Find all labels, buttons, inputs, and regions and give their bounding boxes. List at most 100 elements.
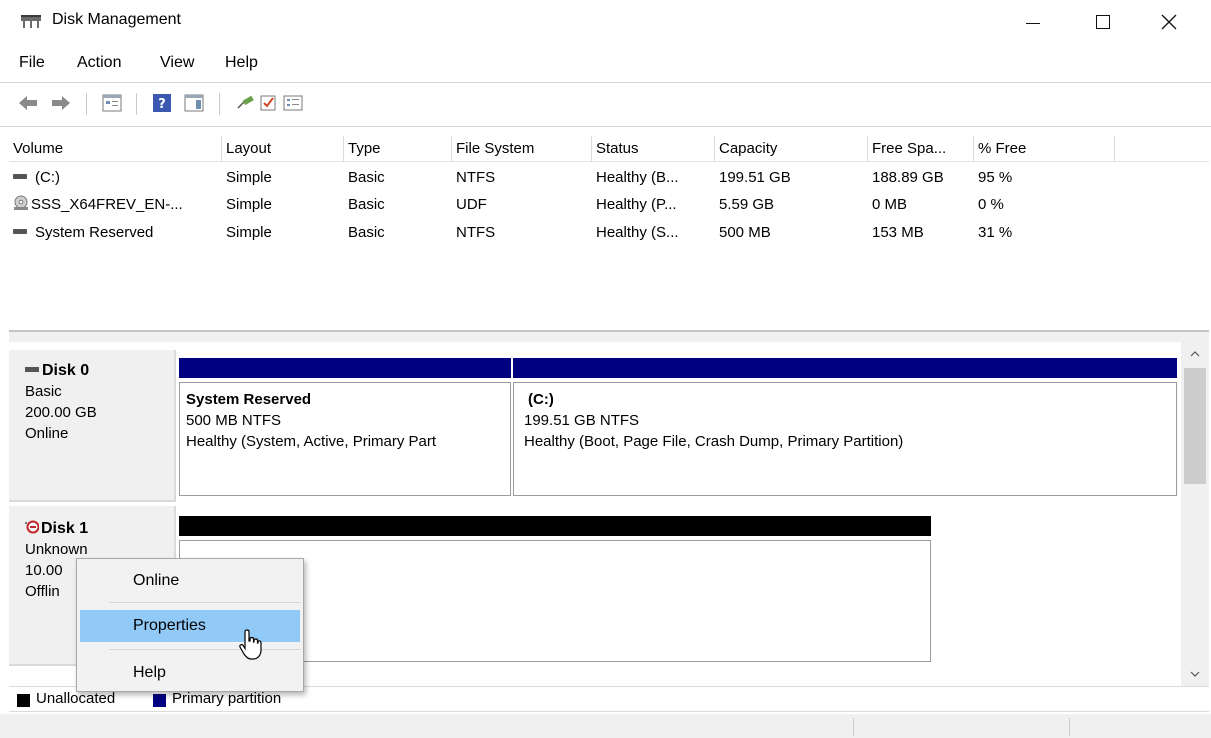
- menu-separator: [109, 602, 301, 603]
- menu-view[interactable]: View: [160, 54, 194, 72]
- toolbar-separator: [86, 93, 87, 115]
- menu-item-properties[interactable]: Properties: [80, 610, 300, 642]
- partition-system-reserved[interactable]: System Reserved 500 MB NTFS Healthy (Sys…: [179, 358, 511, 496]
- console-tree-icon: [102, 94, 122, 112]
- minimize-icon: [1026, 22, 1040, 24]
- volume-row-c[interactable]: (C:) Simple Basic NTFS Healthy (B... 199…: [9, 164, 1209, 191]
- menu-action[interactable]: Action: [77, 54, 121, 72]
- volume-list-header: Volume Layout Type File System Status Ca…: [9, 136, 1209, 162]
- menu-item-help[interactable]: Help: [80, 657, 300, 689]
- scroll-up-button[interactable]: [1181, 342, 1209, 366]
- cell-file-system: NTFS: [456, 224, 496, 241]
- forward-button[interactable]: [50, 92, 72, 114]
- checklist-button[interactable]: [258, 92, 280, 114]
- disk-icon: [25, 366, 39, 372]
- properties-toolbar-button[interactable]: [282, 92, 304, 114]
- show-hide-action-pane-button[interactable]: [183, 92, 205, 114]
- minimize-button[interactable]: [1004, 0, 1062, 44]
- disk-map-scrollbar[interactable]: [1181, 342, 1209, 686]
- cell-file-system: UDF: [456, 196, 487, 213]
- cell-type: Basic: [348, 224, 385, 241]
- partition-status: Healthy (System, Active, Primary Part: [186, 433, 437, 450]
- column-free-space[interactable]: Free Spa...: [868, 136, 974, 162]
- scroll-thumb[interactable]: [1184, 368, 1206, 484]
- column-status[interactable]: Status: [592, 136, 715, 162]
- menu-help[interactable]: Help: [225, 54, 258, 72]
- connect-virtual-disk-button[interactable]: [234, 92, 256, 114]
- cell-capacity: 500 MB: [719, 224, 771, 241]
- cell-type: Basic: [348, 169, 385, 186]
- partition-details: (C:) 199.51 GB NTFS Healthy (Boot, Page …: [513, 382, 1177, 496]
- drive-icon: [13, 229, 27, 235]
- checkbox-icon: [260, 95, 276, 111]
- column-file-system[interactable]: File System: [452, 136, 592, 162]
- menu-file[interactable]: File: [19, 54, 45, 72]
- back-arrow-icon: [19, 96, 37, 110]
- close-icon: [1161, 14, 1177, 30]
- disk-name: Disk 0: [42, 362, 90, 379]
- cell-capacity: 199.51 GB: [719, 169, 791, 186]
- column-type[interactable]: Type: [344, 136, 452, 162]
- disk-size: 200.00 GB: [25, 404, 97, 421]
- help-button[interactable]: ?: [151, 92, 173, 114]
- partition-size: 500 MB NTFS: [186, 412, 282, 429]
- primary-partition-swatch: [153, 694, 166, 707]
- partition-c[interactable]: (C:) 199.51 GB NTFS Healthy (Boot, Page …: [513, 358, 1177, 496]
- volume-name: (C:): [35, 169, 60, 186]
- cell-layout: Simple: [226, 224, 272, 241]
- scroll-down-button[interactable]: [1181, 662, 1209, 686]
- partition-size: 199.51 GB NTFS: [524, 412, 640, 429]
- toolbar-divider: [0, 126, 1211, 127]
- cell-free-space: 0 MB: [872, 196, 908, 213]
- toolbar: ?: [0, 84, 1211, 124]
- disk-name: Disk 1: [41, 520, 89, 537]
- properties-icon: [283, 95, 303, 111]
- cell-free-space: 153 MB: [872, 224, 924, 241]
- pane-splitter[interactable]: [9, 330, 1209, 342]
- help-icon: ?: [153, 94, 171, 112]
- cell-status: Healthy (B...: [596, 169, 679, 186]
- cell-layout: Simple: [226, 196, 272, 213]
- maximize-button[interactable]: [1074, 0, 1132, 44]
- cell-volume: (C:): [9, 164, 222, 191]
- cell-percent-free: 0 %: [978, 196, 1004, 213]
- menu-item-online[interactable]: Online: [80, 565, 300, 597]
- cell-volume: System Reserved: [9, 219, 222, 246]
- column-capacity[interactable]: Capacity: [715, 136, 868, 162]
- disk-type: Basic: [25, 383, 62, 400]
- column-percent-free[interactable]: % Free: [974, 136, 1115, 162]
- cell-percent-free: 95 %: [978, 169, 1013, 186]
- show-hide-console-tree-button[interactable]: [101, 92, 123, 114]
- status-divider: [1069, 718, 1070, 736]
- mouse-pointer-icon: [239, 629, 262, 660]
- back-button[interactable]: [17, 92, 39, 114]
- menu-separator: [109, 649, 301, 650]
- chevron-down-icon: [1190, 671, 1200, 677]
- column-volume[interactable]: Volume: [9, 136, 222, 162]
- partition-title: System Reserved: [186, 391, 312, 408]
- cell-capacity: 5.59 GB: [719, 196, 775, 213]
- volume-row-system-reserved[interactable]: System Reserved Simple Basic NTFS Health…: [9, 219, 1209, 246]
- volume-row-sss[interactable]: SSS_X64FREV_EN-... Simple Basic UDF Heal…: [9, 191, 1209, 218]
- unallocated-swatch: [17, 694, 30, 707]
- volume-name: SSS_X64FREV_EN-...: [31, 196, 183, 213]
- maximize-icon: [1096, 15, 1110, 29]
- disk-0-name-row: Disk 0: [25, 360, 174, 381]
- action-pane-icon: [184, 94, 204, 112]
- svg-text:?: ?: [158, 97, 166, 112]
- legend-unallocated-label: Unallocated: [36, 690, 116, 707]
- cell-free-space: 188.89 GB: [872, 169, 944, 186]
- cell-status: Healthy (S...: [596, 224, 679, 241]
- unallocated-bar: [179, 516, 931, 536]
- partition-details: System Reserved 500 MB NTFS Healthy (Sys…: [179, 382, 511, 496]
- cell-layout: Simple: [226, 169, 272, 186]
- disk-0-label[interactable]: Disk 0 Basic 200.00 GB Online: [9, 350, 176, 502]
- close-button[interactable]: [1140, 0, 1198, 44]
- offline-disk-icon: [25, 520, 39, 534]
- column-layout[interactable]: Layout: [222, 136, 344, 162]
- window-title: Disk Management: [52, 11, 181, 28]
- legend-primary-partition-label: Primary partition: [172, 690, 282, 707]
- status-divider: [853, 718, 854, 736]
- cell-file-system: NTFS: [456, 169, 496, 186]
- partition-title: (C:): [528, 391, 554, 408]
